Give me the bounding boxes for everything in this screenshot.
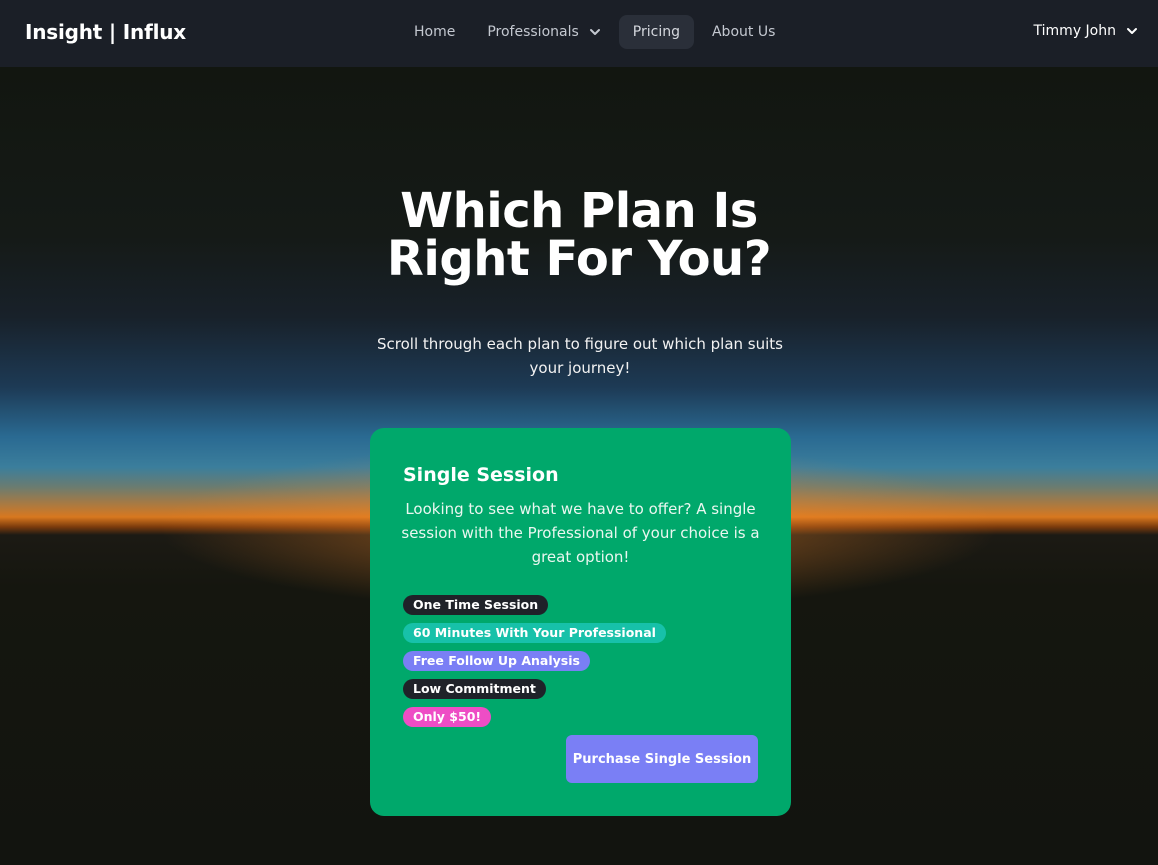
plan-name: Single Session (403, 464, 559, 486)
plan-features: One Time Session 60 Minutes With Your Pr… (403, 594, 666, 734)
navbar: Insight | Influx Home Professionals Pric… (0, 0, 1158, 67)
nav-link-home[interactable]: Home (400, 15, 469, 49)
nav-link-label: About Us (711, 24, 776, 40)
price-badge: Only $50! (403, 707, 492, 727)
chevron-down-icon (1127, 28, 1137, 34)
nav-links: Home Professionals Pricing About Us (400, 14, 793, 50)
feature-badge: Low Commitment (403, 679, 546, 699)
nav-link-pricing[interactable]: Pricing (618, 15, 694, 49)
nav-link-professionals[interactable]: Professionals (473, 15, 614, 49)
chevron-down-icon (589, 29, 600, 35)
page-subtitle: Scroll through each plan to figure out w… (377, 335, 783, 377)
purchase-single-session-button[interactable]: Purchase Single Session (566, 735, 758, 783)
plan-description: Looking to see what we have to offer? A … (401, 500, 760, 566)
nav-link-label: Home (414, 24, 456, 40)
user-name: Timmy John (1033, 23, 1116, 39)
nav-link-label: Pricing (632, 24, 680, 40)
feature-badge: Free Follow Up Analysis (403, 651, 590, 671)
user-menu[interactable]: Timmy John (1034, 23, 1138, 39)
nav-link-label: Professionals (487, 24, 579, 40)
feature-badge: One Time Session (403, 595, 549, 615)
plan-card: Single Session Looking to see what we ha… (370, 428, 791, 816)
page-title: Which Plan Is Right For You? (386, 183, 772, 287)
brand-logo[interactable]: Insight | Influx (25, 20, 186, 44)
nav-link-about-us[interactable]: About Us (698, 15, 789, 49)
feature-badge: 60 Minutes With Your Professional (403, 623, 666, 643)
